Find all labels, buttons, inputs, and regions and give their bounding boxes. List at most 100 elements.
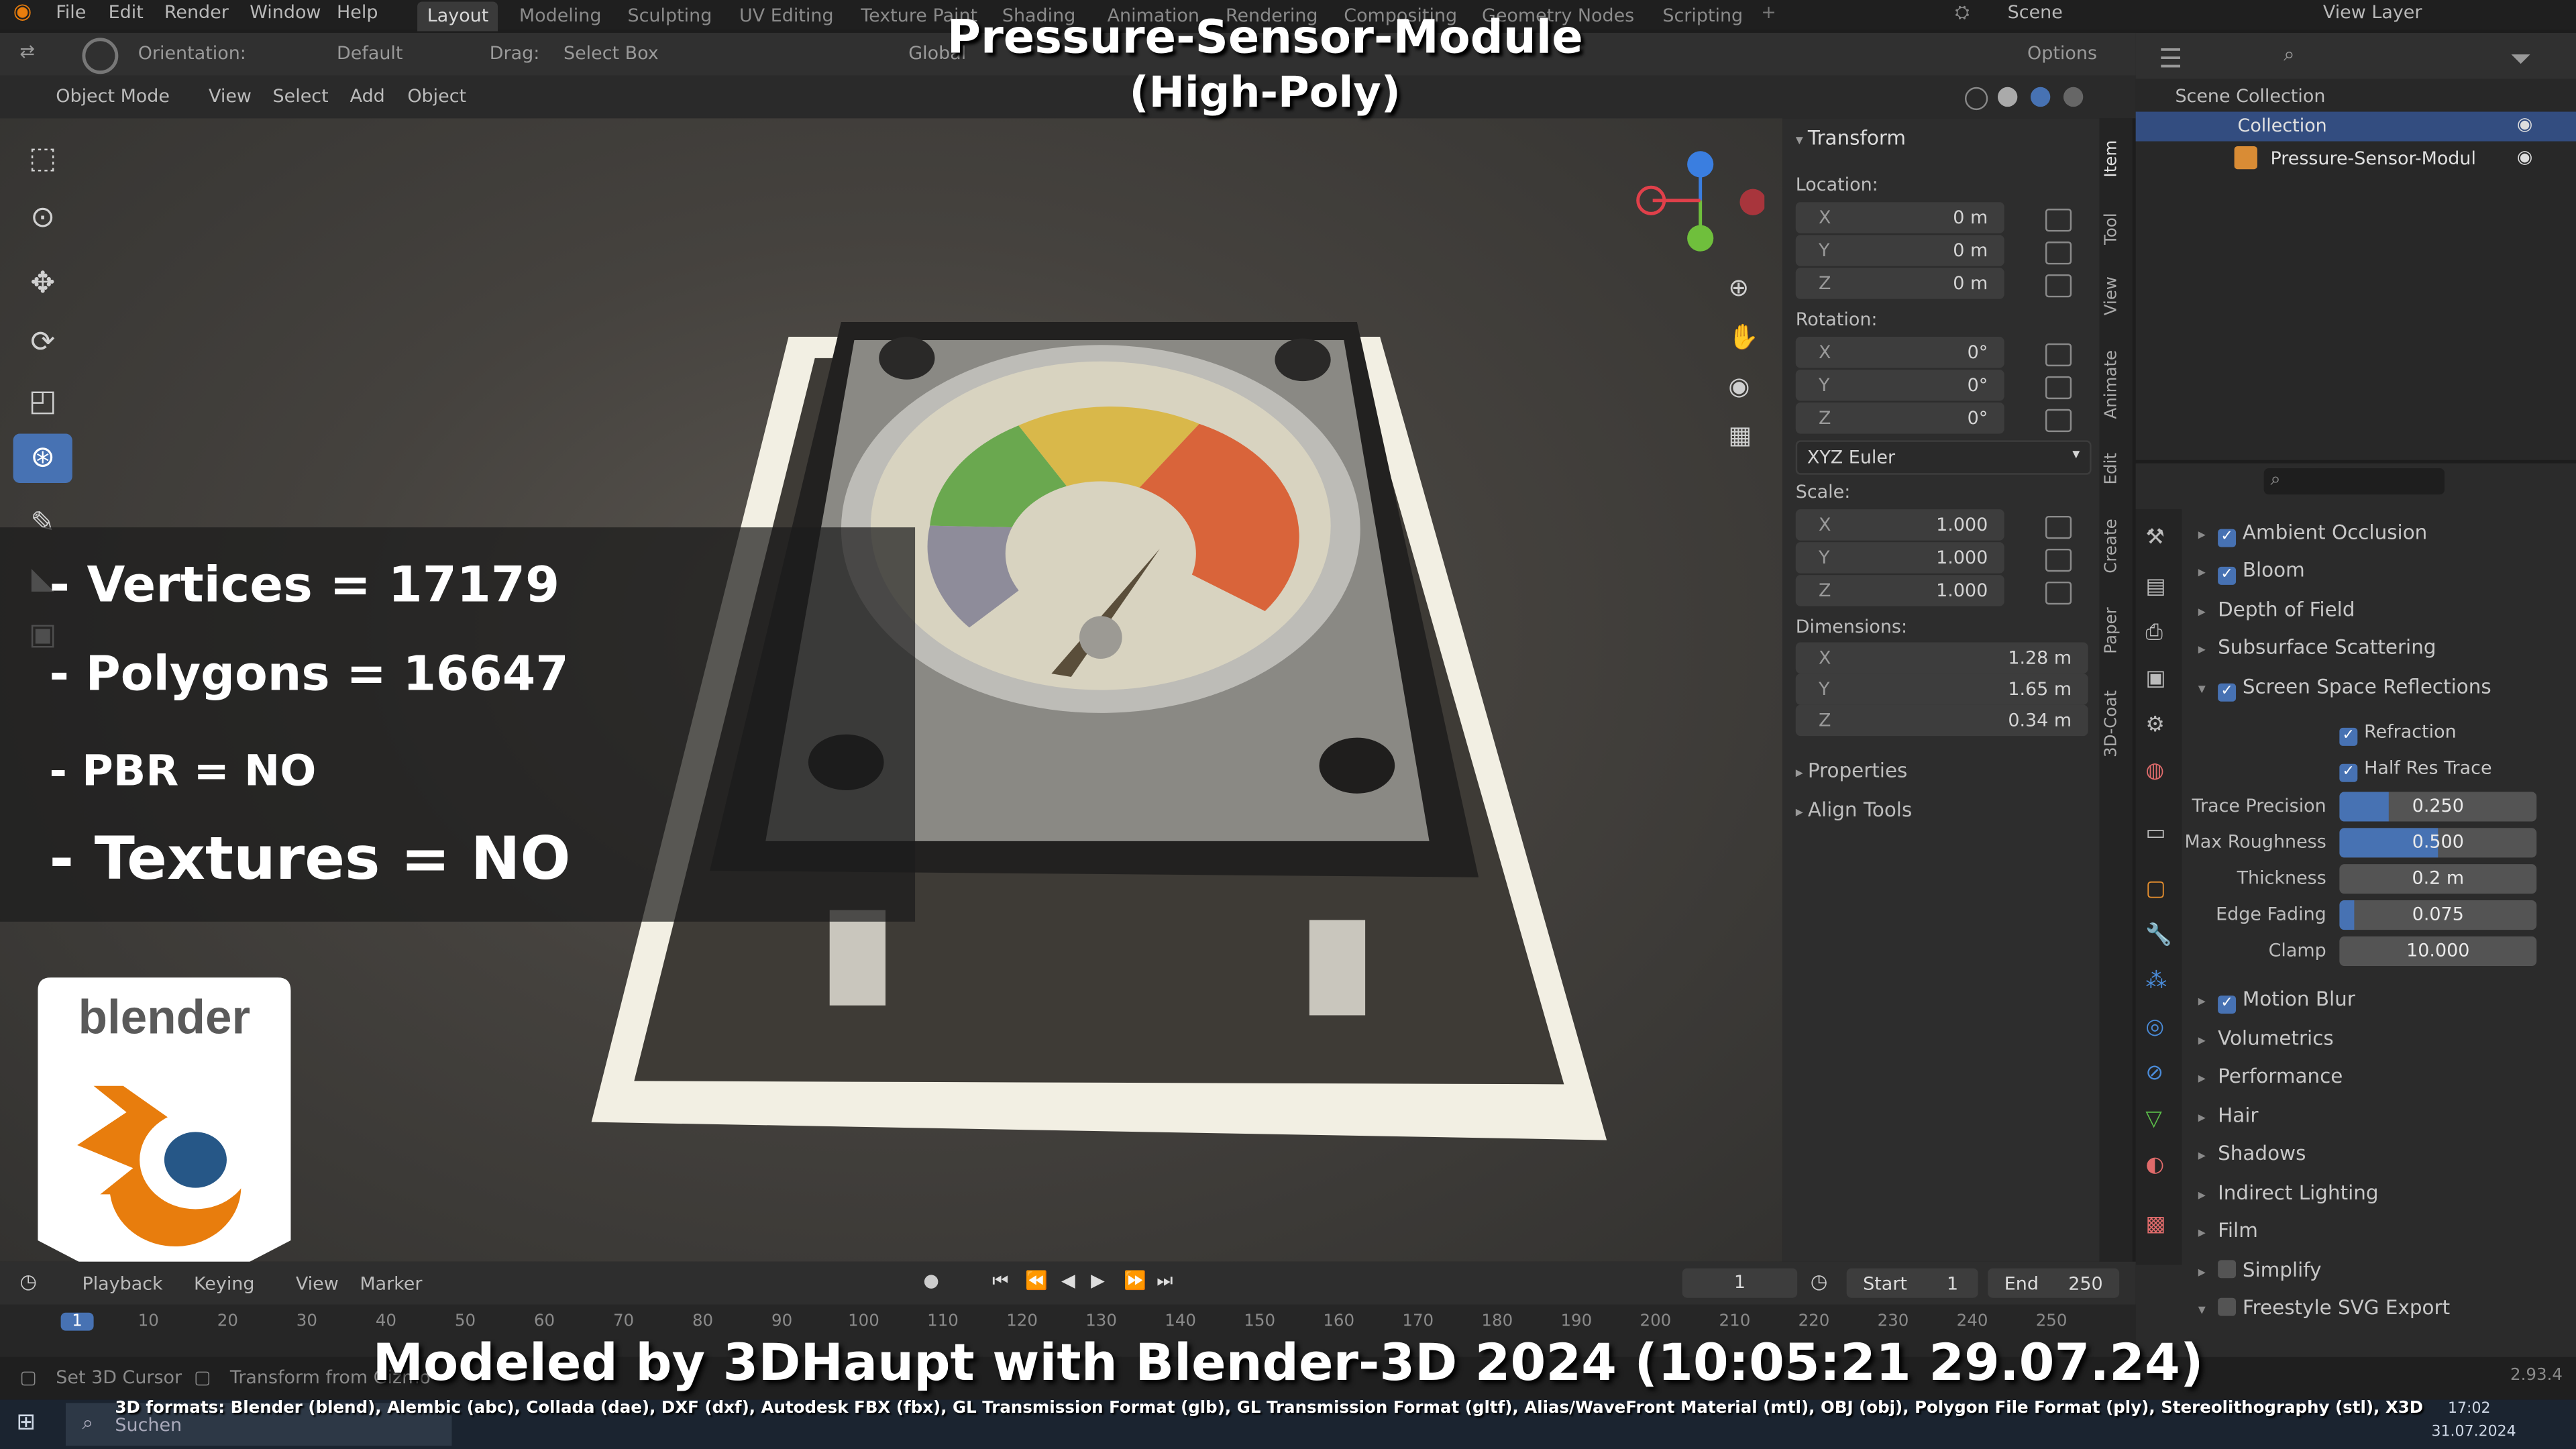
hair-row[interactable]: ▸ Hair [2198,1099,2259,1132]
lock-scale-x-icon[interactable] [2045,515,2072,539]
rotation-z-field[interactable]: Z 0° [1795,402,2004,434]
film-row[interactable]: ▸ Film [2198,1214,2258,1247]
playback-menu[interactable]: Playback [82,1273,162,1295]
timeline-view-menu[interactable]: View [296,1273,339,1295]
scale-y-field[interactable]: Y 1.000 [1795,542,2004,574]
object-eye-icon[interactable]: ◉ [2517,146,2533,168]
simplify-row[interactable]: ▸ Simplify [2198,1254,2322,1287]
cursor-icon[interactable]: ⊙ [13,194,72,243]
motion-blur-row[interactable]: ▸ ✓ Motion Blur [2198,982,2355,1015]
location-x-field[interactable]: X0 m [1795,202,2004,233]
tab-animate[interactable]: Animate [2103,341,2129,427]
transform-panel-header[interactable]: ▾ Transform [1796,127,1906,150]
ssr-row[interactable]: ▾ ✓ Screen Space Reflections [2198,670,2491,703]
pan-hand-icon[interactable]: ✋ [1728,322,1759,352]
half-res-row[interactable]: ✓ Half Res Trace [2339,753,2492,786]
location-y-field[interactable]: Y0 m [1795,235,2004,266]
tab-paper[interactable]: Paper [2103,598,2129,663]
trace-precision-slider[interactable]: 0.250 [2339,792,2537,822]
rotation-x-field[interactable]: X 0° [1795,337,2004,368]
scale-x-field[interactable]: X 1.000 [1795,509,2004,541]
gizmo-y-axis[interactable] [1687,225,1714,252]
lock-location-z-icon[interactable] [2045,274,2072,298]
ambient-occlusion-checkbox[interactable]: ✓ [2218,529,2237,547]
logo-wordmark: blender [78,991,251,1044]
select-box-icon[interactable]: ⬚ [13,135,72,184]
indirect-lighting-row[interactable]: ▸ Indirect Lighting [2198,1176,2379,1209]
current-frame-field[interactable]: 1 [1682,1268,1798,1298]
dimensions-z-field[interactable]: Z 0.34 m [1795,704,2088,737]
half-res-checkbox[interactable]: ✓ [2339,763,2358,782]
scale-icon[interactable]: ◰ [13,378,72,427]
marker-menu[interactable]: Marker [360,1273,422,1295]
start-frame-field[interactable]: Start 1 [1846,1268,1978,1298]
move-icon[interactable]: ✥ [13,260,72,309]
ssr-checkbox[interactable]: ✓ [2218,683,2237,702]
gizmo-neg-x-axis[interactable] [1739,189,1766,215]
scale-z-field[interactable]: Z 1.000 [1795,575,2004,606]
tab-item[interactable]: Item [2103,131,2129,187]
dimensions-x-field[interactable]: X 1.28 m [1795,642,2088,674]
keying-menu[interactable]: Keying [194,1273,254,1295]
editor-type-icon[interactable]: ◷ [19,1270,37,1293]
dimensions-y-field[interactable]: Y 1.65 m [1795,674,2088,705]
depth-of-field-row[interactable]: ▸ Depth of Field [2198,593,2355,626]
tab-create[interactable]: Create [2103,509,2129,582]
prev-keyframe-icon[interactable]: ⏪ [1025,1270,1048,1291]
next-keyframe-icon[interactable]: ⏩ [1124,1270,1146,1291]
pbr-stat: - PBR = NO [49,747,317,797]
lock-scale-z-icon[interactable] [2045,581,2072,605]
jump-start-icon[interactable]: ⏮ [992,1270,1008,1293]
zoom-icon[interactable]: ⊕ [1728,273,1749,303]
grid-icon[interactable]: ▦ [1728,421,1752,450]
lock-scale-y-icon[interactable] [2045,548,2072,572]
end-frame-field[interactable]: End 250 [1988,1268,2120,1298]
refraction-checkbox[interactable]: ✓ [2339,727,2358,746]
tab-tool[interactable]: Tool [2103,204,2129,253]
bloom-checkbox[interactable]: ✓ [2218,566,2237,585]
lock-rotation-z-icon[interactable] [2045,409,2072,433]
ambient-occlusion-row[interactable]: ▸ ✓ Ambient Occlusion [2198,516,2427,549]
refraction-row[interactable]: ✓ Refraction [2339,716,2457,749]
object-row[interactable]: Pressure-Sensor-Modul ◉ [2136,145,2576,174]
camera-icon[interactable]: ◉ [1728,371,1750,400]
jump-end-icon[interactable]: ⏭ [1157,1270,1173,1293]
gizmo-z-axis[interactable] [1687,151,1714,178]
screw-top-right [1275,338,1331,382]
volumetrics-row[interactable]: ▸ Volumetrics [2198,1022,2334,1055]
clock-icon[interactable]: ◷ [1811,1270,1828,1293]
shadows-row[interactable]: ▸ Shadows [2198,1137,2306,1170]
transform-icon[interactable]: ⊛ [13,433,72,484]
record-icon[interactable]: ● [923,1270,939,1291]
lock-location-y-icon[interactable] [2045,241,2072,265]
rotate-icon[interactable]: ⟳ [13,319,72,368]
thickness-field[interactable]: 0.2 m [2339,864,2537,894]
edge-fading-slider[interactable]: 0.075 [2339,900,2537,930]
simplify-checkbox[interactable] [2218,1260,2237,1279]
properties-search-input[interactable]: ⌕ [2263,468,2445,495]
motion-blur-checkbox[interactable]: ✓ [2218,996,2237,1014]
subsurface-row[interactable]: ▸ Subsurface Scattering [2198,631,2436,663]
bloom-row[interactable]: ▸ ✓ Bloom [2198,553,2305,586]
freestyle-row[interactable]: ▾ Freestyle SVG Export [2198,1291,2450,1324]
play-reverse-icon[interactable]: ◀ [1061,1270,1075,1291]
rotation-y-field[interactable]: Y 0° [1795,370,2004,401]
frame-tick: 40 [375,1312,397,1331]
screw-bottom-right [1319,737,1395,794]
navigation-gizmo[interactable] [1633,148,1766,279]
lock-location-x-icon[interactable] [2045,209,2072,232]
location-z-field[interactable]: Z0 m [1795,268,2004,299]
clamp-field[interactable]: 10.000 [2339,936,2537,967]
rotation-mode-dropdown[interactable]: XYZ Euler ▾ [1795,440,2092,475]
tab-3d-coat[interactable]: 3D-Coat [2103,680,2129,769]
properties-panel-header[interactable]: ▸ Properties [1796,759,1908,782]
tab-view[interactable]: View [2103,270,2129,322]
lock-rotation-y-icon[interactable] [2045,376,2072,400]
lock-rotation-x-icon[interactable] [2045,343,2072,367]
performance-row[interactable]: ▸ Performance [2198,1060,2343,1093]
tab-edit[interactable]: Edit [2103,443,2129,492]
align-tools-panel-header[interactable]: ▸ Align Tools [1796,798,1913,821]
max-roughness-slider[interactable]: 0.500 [2339,828,2537,858]
freestyle-checkbox[interactable] [2218,1297,2237,1316]
play-icon[interactable]: ▶ [1091,1270,1105,1291]
